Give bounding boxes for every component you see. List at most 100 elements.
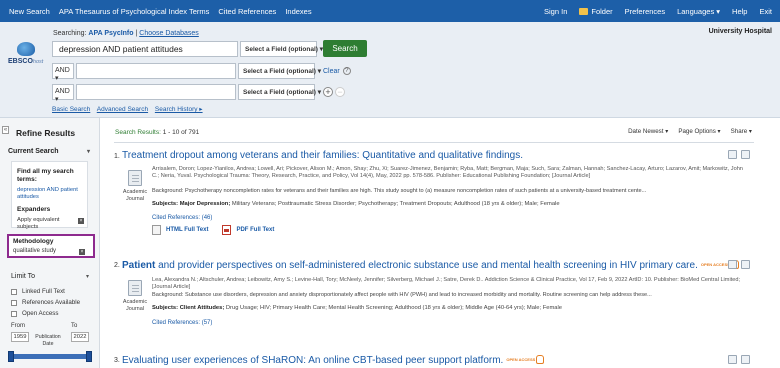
results-summary-label: Search Results: [115, 129, 161, 136]
result-meta: Lea, Alexandra N.; Altschuler, Andrea; L… [152, 277, 741, 291]
nav-cited-references[interactable]: Cited References [218, 7, 276, 16]
result-number: 2. [114, 262, 120, 269]
subjects-label: Subjects: Client Attitudes; [152, 305, 225, 311]
top-nav: New Search APA Thesaurus of Psychologica… [0, 0, 780, 22]
title-highlight: Patient [122, 260, 156, 271]
subjects-label: Subjects: Major Depression; [152, 201, 231, 207]
nav-indexes[interactable]: Indexes [285, 7, 311, 16]
nav-sign-in[interactable]: Sign In [544, 7, 567, 16]
add-to-folder-icon[interactable] [741, 150, 750, 159]
share-dropdown[interactable]: Share ▾ [731, 128, 752, 135]
searching-line: Searching: APA PsycInfo | Choose Databas… [53, 30, 199, 37]
add-row-icon[interactable]: + [323, 87, 333, 97]
expanders-label: Expanders [17, 206, 51, 213]
current-query[interactable]: depression AND patient attitudes [17, 187, 85, 201]
pdf-full-text-link[interactable]: PDF Full Text [236, 227, 274, 233]
full-text-links: HTML Full Text PDF Full Text [152, 225, 274, 235]
subjects-list: Drug Usage; HIV; Primary Health Care; Me… [225, 305, 563, 311]
nav-folder[interactable]: Folder [579, 7, 613, 16]
date-slider-track[interactable] [10, 354, 92, 359]
date-slider-start-handle[interactable] [8, 351, 14, 362]
nav-languages[interactable]: Languages ▾ [677, 7, 720, 16]
preview-icon[interactable] [728, 150, 737, 159]
help-icon[interactable]: ? [342, 67, 351, 75]
limit-chevron-icon[interactable]: ▾ [86, 273, 89, 280]
add-to-folder-icon[interactable] [741, 355, 750, 364]
nav-help[interactable]: Help [732, 7, 747, 16]
limit-label: Linked Full Text [22, 288, 65, 295]
result-title[interactable]: Patient and provider perspectives on sel… [122, 260, 740, 271]
results-area: Search Results: 1 - 10 of 791 Date Newes… [100, 118, 780, 368]
globe-icon [17, 42, 35, 56]
choose-databases-link[interactable]: Choose Databases [139, 30, 199, 37]
current-search-header[interactable]: Current Search ▾ [8, 148, 94, 155]
checkbox[interactable] [11, 288, 17, 295]
collapse-sidebar-icon[interactable]: « [2, 126, 9, 134]
checkbox[interactable] [11, 299, 17, 306]
advanced-search-link[interactable]: Advanced Search [97, 106, 148, 113]
limit-open-access[interactable]: Open Access [11, 310, 58, 317]
add-to-folder-icon[interactable] [741, 260, 750, 269]
search-history-link[interactable]: Search History ▸ [155, 106, 203, 113]
basic-search-link[interactable]: Basic Search [52, 106, 90, 113]
result-type: Academic Journal [122, 189, 148, 202]
expander-value: Apply equivalent subjects [17, 217, 60, 230]
open-lock-icon [536, 355, 545, 364]
sort-dropdown[interactable]: Date Newest ▾ [628, 128, 668, 135]
from-year-input[interactable]: 1959 [11, 332, 29, 342]
database-name: APA PsycInfo [88, 30, 134, 37]
result-meta: Arrisalem, Doron; Lopez-Yianilos, Andrea… [152, 166, 743, 180]
preview-icon[interactable] [728, 355, 737, 364]
journal-icon [128, 170, 142, 186]
pdf-full-text-icon [222, 225, 232, 235]
date-slider-end-handle[interactable] [86, 351, 92, 362]
limit-linked-full-text[interactable]: Linked Full Text [11, 288, 65, 295]
nav-new-search[interactable]: New Search [9, 7, 50, 16]
search-button[interactable]: Search [323, 40, 367, 57]
limit-to-label[interactable]: Limit To [11, 273, 35, 280]
cited-references-link[interactable]: Cited References: (57) [152, 320, 212, 326]
field-select-3[interactable]: Select a Field (optional) ▾ [238, 84, 321, 100]
limit-label: References Available [22, 299, 81, 306]
methodology-value: qualitative study [13, 248, 57, 254]
result-type: Academic Journal [122, 299, 148, 312]
bool-select-3[interactable]: AND ▾ [52, 84, 74, 103]
remove-methodology-icon[interactable]: × [79, 249, 85, 255]
result-number: 1. [114, 153, 120, 160]
current-search-box: Find all my search terms: depression AND… [11, 161, 88, 230]
search-input-3[interactable] [76, 84, 236, 100]
nav-right: Sign In Folder Preferences Languages ▾ H… [532, 7, 772, 16]
html-full-text-link[interactable]: HTML Full Text [166, 227, 208, 233]
result-title[interactable]: Treatment dropout among veterans and the… [122, 150, 523, 161]
clear-link[interactable]: Clear [323, 68, 340, 75]
limit-references-available[interactable]: References Available [11, 299, 80, 306]
result-tools [724, 260, 750, 271]
bool-select-2[interactable]: AND ▾ [52, 63, 74, 82]
to-year-input[interactable]: 2022 [71, 332, 89, 342]
field-select-2[interactable]: Select a Field (optional) ▾ [238, 63, 321, 79]
limit-label: Open Access [22, 310, 59, 317]
row-controls: + − [323, 87, 347, 97]
page-options-dropdown[interactable]: Page Options ▾ [678, 128, 720, 135]
remove-row-icon[interactable]: − [335, 87, 345, 97]
checkbox[interactable] [11, 310, 17, 317]
cited-references-link[interactable]: Cited References: (46) [152, 215, 212, 221]
html-full-text-icon [152, 225, 161, 235]
result-abstract: Background: Psychotherapy noncompletion … [152, 188, 647, 194]
current-search-label: Current Search [8, 148, 59, 155]
nav-thesaurus[interactable]: APA Thesaurus of Psychological Index Ter… [59, 7, 210, 16]
preview-icon[interactable] [728, 260, 737, 269]
remove-expander-icon[interactable]: × [78, 218, 84, 224]
search-input-1[interactable]: depression AND patient attitudes [52, 40, 238, 57]
searching-label: Searching: [53, 30, 87, 37]
nav-preferences[interactable]: Preferences [625, 7, 665, 16]
refine-sidebar: « Refine Results Current Search ▾ Find a… [0, 118, 100, 368]
logo-text: EBSCO [8, 58, 33, 65]
ebsco-logo[interactable]: EBSCOhost [8, 42, 46, 72]
nav-exit[interactable]: Exit [759, 7, 772, 16]
title-text: Evaluating user experiences of SHaRON: A… [122, 355, 504, 366]
result-abstract: Background: Substance use disorders, dep… [152, 292, 652, 298]
search-input-2[interactable] [76, 63, 236, 79]
result-title[interactable]: Evaluating user experiences of SHaRON: A… [122, 355, 545, 366]
field-select-1[interactable]: Select a Field (optional) ▾ [240, 40, 323, 57]
